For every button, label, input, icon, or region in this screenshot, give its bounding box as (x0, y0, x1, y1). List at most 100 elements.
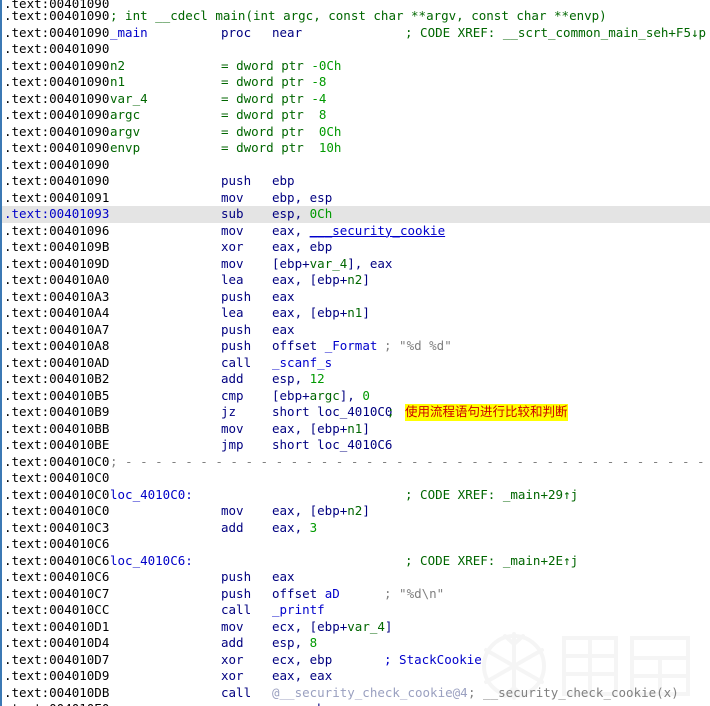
code-line[interactable]: .text:004010BB mov eax, [ebp+n1] (2, 421, 710, 438)
operands[interactable]: ebp, esp (272, 190, 332, 207)
code-line[interactable]: .text:004010A4 lea eax, [ebp+n1] (2, 305, 710, 322)
code-line[interactable]: .text:004010C0 (2, 470, 710, 487)
location-label[interactable]: loc_4010C6: (110, 553, 193, 570)
code-line[interactable]: .text:00401093 sub esp, 0Ch (2, 206, 710, 223)
code-line[interactable]: .text:004010A8 push offset _Format ; "%d %d… (2, 338, 710, 355)
line-address: .text:004010BE (4, 437, 110, 452)
line-address: .text:004010C6 (4, 569, 110, 584)
disassembly-view[interactable]: .text:00401090 .text:00401090; int __cdec… (0, 0, 710, 706)
operands[interactable]: esp, 0Ch (272, 206, 332, 223)
code-line[interactable]: .text:00401090 n2 = dword ptr -0Ch (2, 58, 710, 75)
code-line[interactable]: .text:004010C7 push offset aD ; "%d\n" (2, 586, 710, 603)
code-line[interactable]: .text:00401090 push ebp (2, 173, 710, 190)
code-line[interactable]: .text:00401091 mov ebp, esp (2, 190, 710, 207)
code-line[interactable]: .text:004010C6 push eax (2, 569, 710, 586)
operands[interactable]: eax, [ebp+n2] (272, 272, 370, 289)
code-line[interactable]: .text:004010C0 loc_4010C0: ; CODE XREF: _m… (2, 487, 710, 504)
code-line[interactable]: .text:00401090 argc = dword ptr 8 (2, 107, 710, 124)
code-line[interactable]: .text:004010A7 push eax (2, 322, 710, 339)
operands[interactable]: eax (272, 322, 295, 339)
operands[interactable]: eax, ebp (272, 239, 332, 256)
code-line[interactable]: .text:004010B2 add esp, 12 (2, 371, 710, 388)
code-line[interactable]: .text:0040109D mov [ebp+var_4], eax (2, 256, 710, 273)
code-line[interactable]: .text:00401090 (2, 41, 710, 58)
line-address: .text:004010A4 (4, 305, 110, 320)
stack-var-name[interactable]: argc (110, 107, 140, 124)
operands[interactable]: ebp (272, 173, 295, 190)
code-line[interactable]: .text:004010C6 (2, 536, 710, 553)
code-line[interactable]: .text:0040109B xor eax, ebp (2, 239, 710, 256)
operands[interactable]: eax (272, 289, 295, 306)
code-line[interactable]: .text:004010B5 cmp [ebp+argc], 0 (2, 388, 710, 405)
code-line[interactable]: .text:00401090 (2, 157, 710, 174)
code-line[interactable]: .text:004010D7 xor ecx, ebp ; StackCookie (2, 652, 710, 669)
line-address: .text:004010C6 (4, 536, 110, 551)
operands[interactable]: eax, eax (272, 668, 332, 685)
location-label[interactable]: loc_4010C0: (110, 487, 193, 504)
separator-line: ; - - - - - - - - - - - - - - - - - - - … (110, 453, 705, 469)
code-line[interactable]: .text:004010D9 xor eax, eax (2, 668, 710, 685)
proc-label[interactable]: _main (110, 25, 148, 42)
operands[interactable]: [ebp+var_4], eax (272, 256, 392, 273)
operands[interactable]: @__security_check_cookie@4 (272, 685, 468, 702)
string-comment: ; "%d %d" (384, 338, 452, 353)
line-address: .text:004010C0 (4, 470, 110, 485)
line-address: .text:00401093 (4, 206, 110, 221)
operands[interactable]: esp, ebp (272, 701, 332, 706)
mnemonic: proc (221, 24, 252, 40)
code-line[interactable]: .text:004010A3 push eax (2, 289, 710, 306)
operands[interactable]: eax (272, 569, 295, 586)
operands[interactable]: offset aD (272, 586, 340, 603)
code-line[interactable]: .text:004010D1 mov ecx, [ebp+var_4] (2, 619, 710, 636)
mnemonic: add (221, 635, 244, 650)
line-address: .text:004010AD (4, 354, 110, 370)
code-line[interactable]: .text:004010D4 add esp, 8 (2, 635, 710, 652)
code-line[interactable]: .text:00401096 mov eax, ___security_cookie (2, 223, 710, 240)
code-line[interactable]: .text:004010BE jmp short loc_4010C6 (2, 437, 710, 454)
operands[interactable]: ecx, [ebp+var_4] (272, 619, 392, 636)
operands[interactable]: eax, [ebp+n2] (272, 503, 370, 520)
stack-var-name[interactable]: envp (110, 140, 140, 157)
operands[interactable]: [ebp+argc], 0 (272, 388, 370, 405)
operands[interactable]: esp, 12 (272, 371, 325, 388)
operands[interactable]: short loc_4010C0 (272, 404, 392, 421)
stack-var-name[interactable]: n2 (110, 58, 125, 75)
stack-var-name[interactable]: n1 (110, 74, 125, 91)
operands[interactable]: eax, 3 (272, 520, 317, 537)
stack-var-name[interactable]: argv (110, 124, 140, 141)
code-line[interactable]: .text:004010C3 add eax, 3 (2, 520, 710, 537)
code-line[interactable]: .text:00401090 n1 = dword ptr -8 (2, 74, 710, 91)
stack-var-name[interactable]: var_4 (110, 91, 148, 108)
operands[interactable]: short loc_4010C6 (272, 437, 392, 454)
operands[interactable]: esp, 8 (272, 635, 317, 652)
code-line[interactable]: .text:004010C0 mov eax, [ebp+n2] (2, 503, 710, 520)
code-line[interactable]: .text:00401090 envp = dword ptr 10h (2, 140, 710, 157)
code-line[interactable]: .text:00401090 var_4 = dword ptr -4 (2, 91, 710, 108)
line-address: .text:004010C6 (4, 552, 110, 568)
code-line[interactable]: .text:004010A0 lea eax, [ebp+n2] (2, 272, 710, 289)
mnemonic: mov (221, 222, 244, 238)
code-line[interactable]: .text:00401090 argv = dword ptr 0Ch (2, 124, 710, 141)
operands[interactable]: _scanf_s (272, 355, 332, 372)
line-address: .text:004010C3 (4, 519, 110, 535)
code-line[interactable]: .text:004010DB call @__security_check_cook… (2, 685, 710, 702)
code-line[interactable]: .text:00401090 (2, 0, 710, 8)
operands[interactable]: near (272, 25, 302, 42)
code-line[interactable]: .text:004010E0 mov esp, ebp (2, 701, 710, 706)
code-line[interactable]: .text:004010C0; - - - - - - - - - - - - … (2, 454, 710, 471)
code-line[interactable]: .text:00401090 _main proc near ; CODE XREF: … (2, 25, 710, 42)
operands[interactable]: ecx, ebp (272, 652, 332, 669)
line-address: .text:00401090 (4, 74, 110, 89)
operands[interactable]: eax, [ebp+n1] (272, 421, 370, 438)
operands[interactable]: eax, ___security_cookie (272, 223, 445, 240)
code-line[interactable]: .text:004010CC call _printf (2, 602, 710, 619)
code-line[interactable]: .text:004010C6 loc_4010C6: ; CODE XREF: _m… (2, 553, 710, 570)
code-line[interactable]: .text:00401090; int __cdecl main(int arg… (2, 8, 710, 25)
operands[interactable]: _printf (272, 602, 325, 619)
chinese-annotation-comment[interactable]: 使用流程语句进行比较和判断 (405, 404, 568, 421)
code-line[interactable]: .text:004010AD call _scanf_s (2, 355, 710, 372)
code-line[interactable]: .text:004010B9 jz short loc_4010C0; 使用流程语句进… (2, 404, 710, 421)
stack-var-definition: = dword ptr -8 (221, 74, 327, 89)
operands[interactable]: eax, [ebp+n1] (272, 305, 370, 322)
operands[interactable]: offset _Format (272, 338, 377, 355)
